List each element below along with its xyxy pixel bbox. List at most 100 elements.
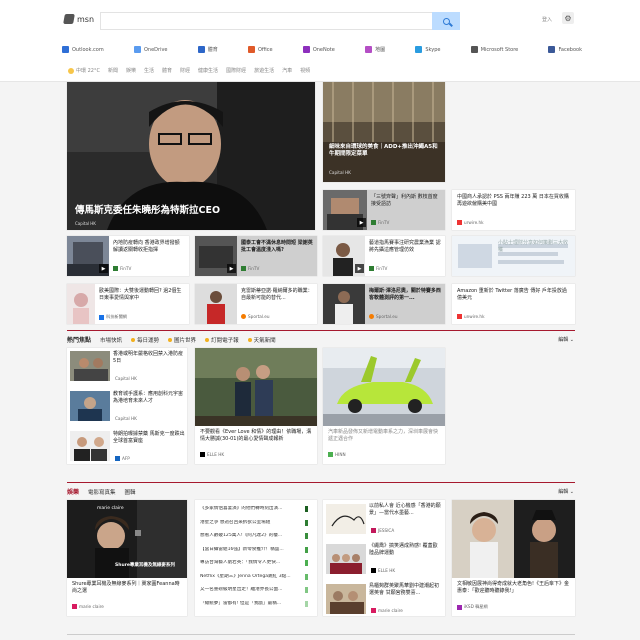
- category-link[interactable]: 國際財經: [226, 67, 246, 74]
- news-card-r3-4[interactable]: Amazon 重新於 Twitter 落廣告 傳好 戶年投放過億美元 unwir…: [452, 284, 575, 324]
- category-link[interactable]: 體育: [162, 67, 172, 74]
- tab-label: 訂閱電子報: [211, 337, 239, 344]
- ent-list-item[interactable]: 「總統夢」雷都有! 但是「我戲」最稱...: [200, 600, 308, 607]
- category-link[interactable]: 新聞: [108, 67, 118, 74]
- news-thumb: [70, 431, 110, 461]
- service-link[interactable]: 體育: [197, 46, 218, 53]
- news-card-r2-1[interactable]: ▶ 內地防疫轉向 香港政界增撥額 解讀返關轉收拒指揮 FinTV: [67, 236, 189, 276]
- list-item[interactable]: 《繩喬》搞笑邁成熟感! 覆蓋歐陸品牌運動 ELLE HK: [323, 540, 445, 576]
- ent-list-item[interactable]: 《多家情侶喜宴演》的他們轉時刻出演...: [200, 506, 308, 512]
- ent-list-item[interactable]: 專訪台灣藝人劉若英：「我情令人更快...: [200, 560, 308, 566]
- news-title: 藝道指馬賽事注研究農業漁業 認將先攝這應管理仿效: [369, 240, 441, 253]
- ent-kdrama-card[interactable]: 文相敏因展神尚得奇成就大老角色!《王后傘下》金惠泰：「歡迎聽時聽錄我!」 iKS…: [452, 500, 575, 616]
- hot-tab[interactable]: 天氣新聞: [247, 336, 276, 344]
- hot-edit-button[interactable]: 編輯 ⌄: [558, 336, 574, 343]
- hero-source: Capital HK: [75, 221, 96, 226]
- ent-edit-button[interactable]: 編輯 ⌄: [558, 488, 574, 495]
- list-item[interactable]: 以前私人會 近心機感「香港的願景」—當代水墨藝... JESSICA: [323, 500, 445, 536]
- mc-caption: Shure專業耳機及無線麥系列: [115, 563, 175, 568]
- service-label: OneDrive: [143, 46, 168, 53]
- category-list: 新聞 娛樂 生活 體育 財經 健康生活 國際財經 旅遊生活 汽車 視頻: [108, 67, 310, 74]
- list-item[interactable]: 鳥櫃夠群英聚馬華劉中建潮起初選英會 甘願宮務雙喜... marie claire: [323, 580, 445, 616]
- msn-logo[interactable]: msn: [63, 14, 95, 24]
- marie-claire-icon: [72, 604, 77, 609]
- source-label: FinTV: [376, 266, 388, 271]
- top-bar: msn 登入 ⚙ Outlook.com OneDrive 體育 Office OneN…: [0, 0, 640, 82]
- ent-list-item[interactable]: Netflix《星期三》Jenna Ortega跳紅 3點...: [200, 573, 308, 580]
- source-badge-icon: [305, 546, 308, 553]
- category-link[interactable]: 視頻: [300, 67, 310, 74]
- news-title: 不要觀看《Ever Love 和情》的理由！依職場，溝情大勝誠(30-01)的最…: [200, 429, 312, 442]
- skype-icon: [415, 46, 423, 53]
- weather-text: 中環 22°C: [76, 68, 100, 74]
- feature-card[interactable]: 細味來自環球的美食｜ADD+推出沖繩A5和牛期間限定菜單 Capital HK: [323, 82, 445, 182]
- list-item-title: Netflix《星期三》Jenna Ortega跳紅 3點...: [200, 573, 291, 579]
- category-link[interactable]: 汽車: [282, 67, 292, 74]
- news-card-r3-3[interactable]: 梅爾斯·澤洛尼奧，關於特賽多西客軟體測評的第一... Sportal.eu: [323, 284, 445, 324]
- sports-icon: [197, 46, 205, 53]
- play-icon: ▶: [99, 264, 108, 273]
- ent-tab[interactable]: 電影寫真集: [88, 488, 116, 496]
- office-icon: [247, 46, 255, 53]
- search-input[interactable]: [100, 12, 460, 30]
- signin-link[interactable]: 登入: [542, 16, 552, 23]
- ent-list-item[interactable]: 又一名重磅級明星出走！離港界長公面...: [200, 587, 308, 593]
- hot-tab[interactable]: 圖片世界: [168, 336, 196, 344]
- news-thumb: [67, 284, 95, 324]
- ent-list-item[interactable]: 【當日攝雷組16強】新零食推介！稱盛...: [200, 546, 308, 553]
- hot-tab[interactable]: 每日運勢: [131, 336, 159, 344]
- category-link[interactable]: 旅遊生活: [254, 67, 274, 74]
- category-link[interactable]: 生活: [144, 67, 154, 74]
- service-link[interactable]: Office: [247, 46, 273, 53]
- news-card-r1-2[interactable]: 中國商人承認於 PSS 兩年賺 223 萬 日本在買收購再遊欲僱購美中國 urw…: [452, 190, 575, 230]
- news-thumb: [323, 284, 365, 324]
- service-link[interactable]: Outlook.com: [62, 46, 104, 53]
- service-link[interactable]: 地圖: [365, 46, 385, 53]
- category-link[interactable]: 健康生活: [198, 67, 218, 74]
- news-card-r2-4[interactable]: 小貼士理財分享如何策劃三大收穫: [452, 236, 575, 276]
- news-card-r2-3[interactable]: ▶ 藝道指馬賽事注研究農業漁業 認將先攝這應管理仿效 FinTV: [323, 236, 445, 276]
- news-source: unwire.hk: [457, 314, 485, 319]
- news-thumb: [326, 504, 366, 534]
- hot-tab[interactable]: 市場快訊: [100, 336, 122, 344]
- hot-car-card[interactable]: 汽車新品發佈又新增電動車系之力，深圳車展會快遞正遇合作 HINN: [323, 348, 445, 464]
- hot-tab[interactable]: 訂閱電子報: [205, 336, 239, 344]
- list-item[interactable]: 教育城手護系：應用創科元宇宙 為港培育未來人才 Capital HK: [67, 388, 187, 424]
- ent-list-item[interactable]: 港星之爭 想逝召回來拆欲公室場組: [200, 519, 308, 526]
- source-badge-icon: [305, 519, 308, 526]
- hero-card[interactable]: 傳馬斯克委任朱曉彤為特斯拉CEO Capital HK: [67, 82, 315, 230]
- news-title: 國泰工會不滿休息時間短 梁謝英批工會溫度淺入嗎?: [241, 240, 313, 253]
- ent-tab[interactable]: 圖輯: [125, 488, 136, 496]
- hot-section-title: 熱門焦點: [67, 337, 92, 344]
- hot-section-divider: [67, 330, 575, 331]
- service-link[interactable]: Skype: [415, 46, 440, 53]
- news-title: 梅爾斯·澤洛尼奧，關於特賽多西客軟體測評的第一...: [369, 288, 441, 301]
- maps-icon: [365, 46, 373, 53]
- service-label: Skype: [425, 46, 441, 53]
- search-button[interactable]: [432, 12, 460, 30]
- hot-couple-card[interactable]: 不要觀看《Ever Love 和情》的理由！依職場，溝情大勝誠(30-01)的最…: [195, 348, 317, 464]
- gear-icon[interactable]: ⚙: [562, 12, 574, 24]
- category-link[interactable]: 娛樂: [126, 67, 136, 74]
- list-item-title: 又一名重磅級明星出走！離港界長公面...: [200, 587, 283, 592]
- weather-widget[interactable]: 中環 22°C: [68, 67, 100, 74]
- news-card-r1-1[interactable]: ▶ 「三號齊聲」利內斯 數枝首度接受語訪 FinTV: [323, 190, 445, 230]
- news-title: 鳥櫃夠群英聚馬華劉中建潮起初選英會 甘願宮務雙喜...: [369, 583, 440, 596]
- service-link[interactable]: OneNote: [302, 46, 335, 53]
- feature-title: 細味來自環球的美食｜ADD+推出沖繩A5和牛期間限定菜單: [329, 144, 438, 157]
- news-card-r3-2[interactable]: 克雷斯蒂亞諾·羅納爾多的職業：自最新可能的替代... Sportal.eu: [195, 284, 317, 324]
- service-link[interactable]: Microsoft Store: [470, 46, 518, 53]
- news-card-r2-2[interactable]: ▶ 國泰工會不滿休息時間短 梁謝英批工會溫度淺入嗎? FinTV: [195, 236, 317, 276]
- ent-list-item[interactable]: 想看人數破125萬人!《阿凡達2》的樓...: [200, 533, 308, 539]
- list-item[interactable]: 特朗拍曝據禁藥 馬斯克一度跌出全球首富寶座 AFP: [67, 428, 187, 464]
- tab-label: 圖片世界: [174, 337, 197, 344]
- list-item[interactable]: 香港或明年嚴格收回禁入港防疫5日 Capital HK: [67, 348, 187, 384]
- service-link[interactable]: Facebook: [548, 46, 582, 53]
- news-card-r3-1[interactable]: 歐美國際：大雙後運動轉回? 過2個生日東事愛情與家中 科技新聞網: [67, 284, 189, 324]
- brand-label: msn: [77, 14, 95, 24]
- news-source: marie claire: [371, 608, 403, 613]
- service-label: OneNote: [312, 46, 335, 53]
- category-link[interactable]: 財經: [180, 67, 190, 74]
- service-link[interactable]: OneDrive: [133, 46, 168, 53]
- ent-mc-card[interactable]: marie claire Shure專業耳機及無線麥系列 Shure專業耳機及無…: [67, 500, 187, 616]
